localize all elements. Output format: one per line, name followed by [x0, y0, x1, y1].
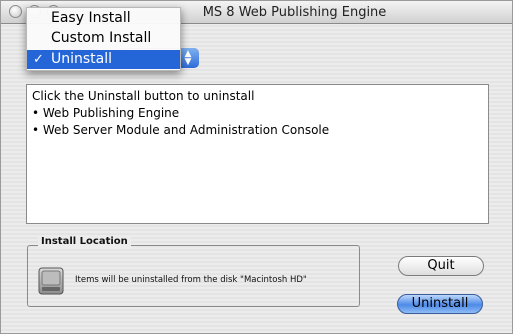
message-bullet: • Web Server Module and Administration C… — [32, 123, 330, 137]
menu-item-custom-install[interactable]: Custom Install — [27, 29, 180, 48]
hard-disk-icon — [38, 267, 64, 295]
menu-item-easy-install[interactable]: Easy Install — [27, 9, 180, 28]
message-area: Click the Uninstall button to uninstall … — [26, 84, 489, 224]
menu-item-label: Easy Install — [51, 10, 131, 26]
menu-item-label: Uninstall — [51, 51, 113, 67]
uninstall-button[interactable]: Uninstall — [397, 294, 483, 314]
menu-item-label: Custom Install — [51, 30, 152, 46]
window-title-text: MS 8 Web Publishing Engine — [202, 5, 387, 20]
quit-button[interactable]: Quit — [398, 256, 484, 276]
message-line: Click the Uninstall button to uninstall — [32, 89, 255, 103]
checkmark-icon: ✓ — [33, 52, 44, 67]
install-type-menu: Easy Install Custom Install ✓ Uninstall — [26, 7, 181, 71]
message-bullet: • Web Publishing Engine — [32, 106, 180, 120]
installer-window: MS 8 Web Publishing Engine ▲ ▼ Click the … — [0, 0, 513, 334]
menu-item-uninstall[interactable]: ✓ Uninstall — [27, 50, 180, 69]
install-location-description: Items will be uninstalled from the disk … — [75, 275, 307, 285]
install-location-title: Install Location — [38, 236, 131, 247]
